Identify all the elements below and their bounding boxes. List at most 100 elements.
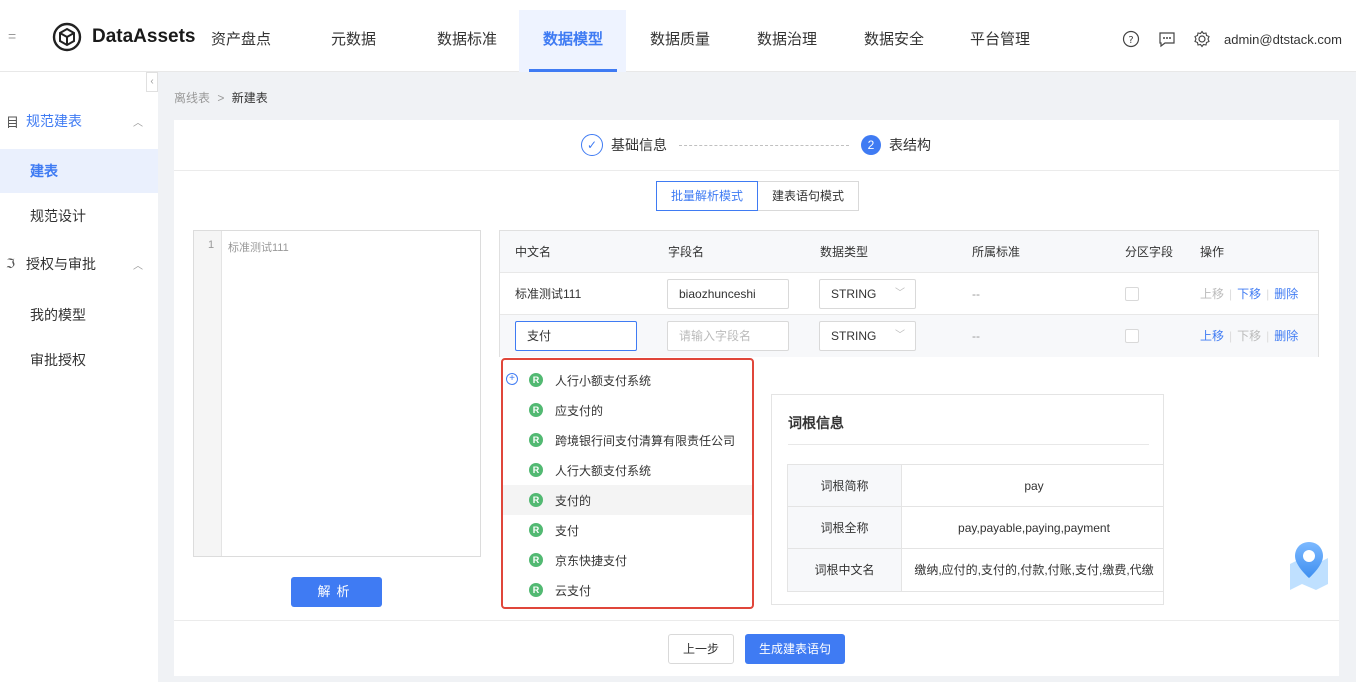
sidebar-item-spec-design[interactable]: 规范设计 — [0, 194, 158, 238]
table-row: 标准测试111 biaozhunceshi STRING ﹀ -- 上移 | 下移 | 删… — [500, 273, 1318, 315]
menu-toggle-icon[interactable]: = — [8, 28, 16, 44]
dropdown-option[interactable]: R 京东快捷支付 — [503, 545, 752, 575]
chevron-up-icon: ︿ — [133, 117, 143, 129]
mode-switch: 批量解析模式 建表语句模式 — [656, 181, 860, 211]
editor-content[interactable]: 标准测试111 — [228, 239, 289, 255]
move-up-link[interactable]: 上移 — [1200, 287, 1224, 301]
chevron-down-icon: ﹀ — [895, 330, 905, 341]
sidebar-item-my-models[interactable]: 我的模型 — [0, 293, 158, 337]
ddl-mode-button[interactable]: 建表语句模式 — [758, 181, 860, 211]
standard-cell: -- — [972, 329, 980, 343]
dropdown-option[interactable]: R 应支付的 — [503, 395, 752, 425]
field-table: 中文名 字段名 数据类型 所属标准 分区字段 操作 标准测试111 biaozh… — [499, 230, 1319, 357]
dropdown-option[interactable]: R 跨境银行间支付清算有限责任公司 — [503, 425, 752, 455]
panel-title: 词根信息 — [788, 415, 844, 431]
breadcrumb: 离线表 > 新建表 — [174, 89, 268, 106]
sidebar-collapse-button[interactable]: ‹ — [146, 72, 158, 92]
info-key: 词根简称 — [788, 465, 902, 506]
root-badge-icon: R — [529, 493, 543, 507]
line-number: 1 — [208, 239, 215, 251]
chevron-down-icon: ﹀ — [895, 288, 905, 299]
info-row: 词根中文名 缴纳,应付的,支付的,付款,付账,支付,缴费,代缴 — [788, 549, 1163, 591]
table-header: 中文名 字段名 数据类型 所属标准 分区字段 操作 — [500, 231, 1318, 273]
nav-item-platform-admin[interactable]: 平台管理 — [970, 0, 1030, 72]
option-label: 人行大额支付系统 — [555, 463, 652, 478]
nav-item-data-security[interactable]: 数据安全 — [864, 0, 924, 72]
column-header: 中文名 — [515, 245, 552, 259]
user-account[interactable]: admin@dtstack.com — [1224, 32, 1342, 47]
nav-item-data-standard[interactable]: 数据标准 — [437, 0, 497, 72]
option-label: 跨境银行间支付清算有限责任公司 — [555, 433, 736, 448]
guide-map-icon[interactable] — [1282, 538, 1336, 592]
table-row: 支付 请输入字段名 STRING ﹀ -- 上移 | 下移 | 删除 — [500, 315, 1318, 357]
svg-text:?: ? — [1128, 35, 1133, 46]
root-badge-icon: R — [529, 373, 543, 387]
divider — [174, 170, 1339, 171]
root-badge-icon: R — [529, 583, 543, 597]
gear-icon[interactable] — [1193, 30, 1211, 48]
delete-link[interactable]: 删除 — [1274, 287, 1298, 301]
nav-item-data-governance[interactable]: 数据治理 — [757, 0, 817, 72]
table-icon: 目 — [6, 114, 20, 130]
nav-item-data-model[interactable]: 数据模型 — [528, 0, 618, 72]
data-type-select[interactable]: STRING ﹀ — [819, 279, 916, 309]
step-2-number: 2 — [861, 135, 881, 155]
root-badge-icon: R — [529, 553, 543, 567]
dropdown-option[interactable]: R 支付 — [503, 515, 752, 545]
column-header: 分区字段 — [1125, 245, 1174, 259]
parse-button[interactable]: 解析 — [291, 577, 382, 607]
field-name-input[interactable]: biaozhunceshi — [667, 279, 789, 309]
divider — [174, 620, 1339, 621]
info-row: 词根简称 pay — [788, 465, 1163, 507]
dropdown-option[interactable]: R 支付的 — [503, 485, 752, 515]
dropdown-option[interactable]: R 云支付 — [503, 575, 752, 605]
cn-name-input[interactable]: 支付 — [515, 321, 637, 351]
sidebar-group-auth-approval[interactable]: ℑ 授权与审批 ︿ — [0, 243, 158, 285]
divider — [788, 444, 1149, 445]
step-connector — [679, 144, 849, 146]
brand-name: DataAssets — [92, 26, 196, 47]
move-up-link[interactable]: 上移 — [1200, 329, 1224, 343]
step-1-label: 基础信息 — [611, 137, 667, 153]
sidebar-item-approval-auth[interactable]: 审批授权 — [0, 338, 158, 382]
sidebar-group-spec-table[interactable]: 目 规范建表 ︿ — [0, 100, 158, 142]
option-label: 支付 — [555, 523, 580, 538]
option-label: 云支付 — [555, 583, 592, 598]
previous-step-button[interactable]: 上一步 — [668, 634, 734, 664]
column-header: 字段名 — [668, 245, 705, 259]
message-icon[interactable] — [1158, 30, 1176, 48]
breadcrumb-current: 新建表 — [231, 91, 268, 105]
info-value: pay — [1024, 479, 1044, 493]
info-value: 缴纳,应付的,支付的,付款,付账,支付,缴费,代缴 — [914, 563, 1154, 577]
nav-item-data-quality[interactable]: 数据质量 — [650, 0, 710, 72]
partition-checkbox[interactable] — [1125, 287, 1139, 301]
column-header: 数据类型 — [820, 245, 869, 259]
field-name-input[interactable]: 请输入字段名 — [667, 321, 789, 351]
info-key: 词根中文名 — [788, 549, 902, 591]
partition-checkbox[interactable] — [1125, 329, 1139, 343]
brand-logo[interactable]: DataAssets — [52, 22, 196, 52]
top-nav: = DataAssets 资产盘点 元数据 数据标准 数据模型 数据质量 数据治… — [0, 0, 1356, 72]
root-badge-icon: R — [529, 463, 543, 477]
chevron-up-icon: ︿ — [133, 260, 143, 272]
dropdown-option[interactable]: R 人行小额支付系统 — [503, 365, 752, 395]
move-down-link[interactable]: 下移 — [1237, 287, 1261, 301]
option-label: 人行小额支付系统 — [555, 373, 652, 388]
delete-link[interactable]: 删除 — [1274, 329, 1298, 343]
help-icon[interactable]: ? — [1122, 30, 1140, 48]
move-down-link[interactable]: 下移 — [1237, 329, 1261, 343]
generate-ddl-button[interactable]: 生成建表语句 — [745, 634, 845, 664]
nav-item-asset-inventory[interactable]: 资产盘点 — [211, 0, 271, 72]
code-editor[interactable]: 1 标准测试111 — [193, 230, 481, 557]
option-label: 支付的 — [555, 493, 592, 508]
word-root-dropdown: + R 人行小额支付系统 R 应支付的 R 跨境银行间支付清算有限责任公司 R 人行大额… — [501, 358, 754, 609]
batch-parse-mode-button[interactable]: 批量解析模式 — [656, 181, 759, 211]
check-icon: ✓ — [581, 134, 603, 156]
root-badge-icon: R — [529, 523, 543, 537]
sidebar-item-create-table[interactable]: 建表 — [0, 149, 158, 193]
breadcrumb-parent[interactable]: 离线表 — [174, 91, 210, 105]
column-header: 所属标准 — [972, 245, 1021, 259]
dropdown-option[interactable]: R 人行大额支付系统 — [503, 455, 752, 485]
nav-item-metadata[interactable]: 元数据 — [331, 0, 376, 72]
data-type-select[interactable]: STRING ﹀ — [819, 321, 916, 351]
